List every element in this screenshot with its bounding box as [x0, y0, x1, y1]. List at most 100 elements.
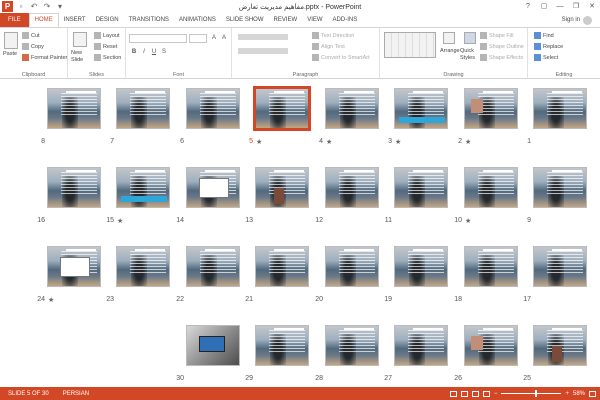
transition-star-icon[interactable]: ★: [256, 138, 262, 146]
list-buttons-icon[interactable]: [238, 34, 288, 40]
slide-thumbnail[interactable]: [255, 325, 309, 366]
slide-thumbnail[interactable]: [394, 325, 448, 366]
slide-thumbnail[interactable]: [186, 325, 240, 366]
underline-button[interactable]: U: [150, 48, 158, 56]
slide-thumbnail[interactable]: [325, 167, 379, 208]
tab-add-ins[interactable]: ADD-INS: [328, 13, 363, 27]
slide-thumbnail[interactable]: [394, 167, 448, 208]
shape-outline-button[interactable]: Shape Outline: [480, 43, 524, 50]
tab-slide-show[interactable]: SLIDE SHOW: [221, 13, 269, 27]
slide-thumbnail[interactable]: [464, 246, 518, 287]
transition-star-icon[interactable]: ★: [465, 217, 471, 225]
replace-button[interactable]: Replace: [534, 43, 563, 50]
slide-thumbnail[interactable]: [533, 167, 587, 208]
zoom-slider[interactable]: [501, 390, 562, 397]
slide-thumbnail[interactable]: [186, 88, 240, 129]
undo-icon[interactable]: ↶: [29, 2, 39, 12]
tab-view[interactable]: VIEW: [302, 13, 327, 27]
slide-thumbnail[interactable]: [464, 325, 518, 366]
tab-review[interactable]: REVIEW: [269, 13, 303, 27]
slide-thumbnail[interactable]: [255, 246, 309, 287]
tab-design[interactable]: DESIGN: [91, 13, 124, 27]
slide-thumbnail[interactable]: [325, 325, 379, 366]
slide-thumbnail[interactable]: [186, 167, 240, 208]
text-shadow-button[interactable]: S: [160, 48, 168, 56]
zoom-out-button[interactable]: −: [494, 391, 498, 397]
quick-styles-icon[interactable]: [464, 32, 476, 44]
quick-styles-button[interactable]: Quick Styles: [460, 48, 482, 62]
copy-button[interactable]: Copy: [22, 43, 44, 50]
shapes-gallery[interactable]: [384, 32, 436, 58]
convert-smartart-button[interactable]: Convert to SmartArt: [312, 54, 370, 61]
transition-star-icon[interactable]: ★: [395, 138, 401, 146]
save-icon[interactable]: ▫: [16, 2, 26, 12]
layout-button[interactable]: Layout: [94, 32, 120, 39]
select-button[interactable]: Select: [534, 54, 558, 61]
tab-transitions[interactable]: TRANSITIONS: [124, 13, 174, 27]
reset-button[interactable]: Reset: [94, 43, 117, 50]
shape-fill-button[interactable]: Shape Fill: [480, 32, 513, 39]
normal-view-icon[interactable]: [449, 390, 457, 397]
transition-star-icon[interactable]: ★: [465, 138, 471, 146]
slide-thumbnail[interactable]: [255, 167, 309, 208]
slide-sorter-view-icon[interactable]: [460, 390, 468, 397]
shape-effects-button[interactable]: Shape Effects: [480, 54, 523, 61]
zoom-level[interactable]: 58%: [573, 391, 585, 397]
slide-thumbnail[interactable]: [464, 88, 518, 129]
slide-thumbnail[interactable]: [464, 167, 518, 208]
font-name-input[interactable]: [129, 34, 187, 43]
transition-star-icon[interactable]: ★: [117, 217, 123, 225]
ribbon-display-options-button[interactable]: ▢: [536, 0, 552, 13]
alignment-buttons-icon[interactable]: [238, 48, 288, 54]
slide-thumbnail[interactable]: [394, 88, 448, 129]
decrease-font-size-button[interactable]: A: [220, 34, 228, 42]
tab-file[interactable]: FILE: [0, 13, 29, 27]
slide-thumbnail[interactable]: [394, 246, 448, 287]
zoom-slider-thumb[interactable]: [535, 390, 538, 397]
font-size-input[interactable]: [189, 34, 207, 43]
arrange-icon[interactable]: [443, 32, 455, 44]
redo-icon[interactable]: ↷: [42, 2, 52, 12]
customize-quick-access-icon[interactable]: ▾: [55, 2, 65, 12]
slide-thumbnail[interactable]: [533, 246, 587, 287]
bold-button[interactable]: B: [130, 48, 138, 56]
paste-button[interactable]: Paste: [3, 51, 17, 57]
increase-font-size-button[interactable]: A: [210, 34, 218, 42]
transition-star-icon[interactable]: ★: [326, 138, 332, 146]
tab-insert[interactable]: INSERT: [59, 13, 91, 27]
find-button[interactable]: Find: [534, 32, 554, 39]
arrange-button[interactable]: Arrange: [440, 48, 460, 54]
slide-thumbnail[interactable]: [116, 88, 170, 129]
slide-thumbnail[interactable]: [116, 246, 170, 287]
text-direction-button[interactable]: Text Direction: [312, 32, 354, 39]
format-painter-button[interactable]: Format Painter: [22, 54, 67, 61]
slide-thumbnail[interactable]: [47, 246, 101, 287]
paste-icon[interactable]: [4, 32, 18, 49]
zoom-in-button[interactable]: +: [565, 391, 569, 397]
slide-thumbnail[interactable]: [116, 167, 170, 208]
slide-thumbnail[interactable]: [186, 246, 240, 287]
slide-thumbnail[interactable]: [47, 167, 101, 208]
language-indicator[interactable]: PERSIAN: [63, 391, 89, 397]
restore-button[interactable]: ❐: [568, 0, 584, 13]
section-button[interactable]: Section: [94, 54, 121, 61]
minimize-button[interactable]: —: [552, 0, 568, 13]
fit-slide-icon[interactable]: [589, 390, 596, 397]
sign-in-label[interactable]: Sign in: [562, 17, 580, 23]
slide-thumbnail[interactable]: [253, 86, 311, 131]
tab-home[interactable]: HOME: [28, 13, 59, 27]
italic-button[interactable]: I: [140, 48, 148, 56]
slide-thumbnail[interactable]: [325, 246, 379, 287]
slide-show-view-icon[interactable]: [482, 390, 490, 397]
slide-thumbnail[interactable]: [533, 325, 587, 366]
slide-thumbnail[interactable]: [325, 88, 379, 129]
sign-in[interactable]: Sign in: [562, 13, 592, 27]
slide-thumbnail[interactable]: [533, 88, 587, 129]
transition-star-icon[interactable]: ★: [48, 296, 54, 304]
cut-button[interactable]: Cut: [22, 32, 40, 39]
help-button[interactable]: ?: [520, 0, 536, 13]
new-slide-button[interactable]: New Slide: [71, 50, 93, 64]
tab-animations[interactable]: ANIMATIONS: [174, 13, 221, 27]
reading-view-icon[interactable]: [471, 390, 479, 397]
slide-thumbnail[interactable]: [47, 88, 101, 129]
